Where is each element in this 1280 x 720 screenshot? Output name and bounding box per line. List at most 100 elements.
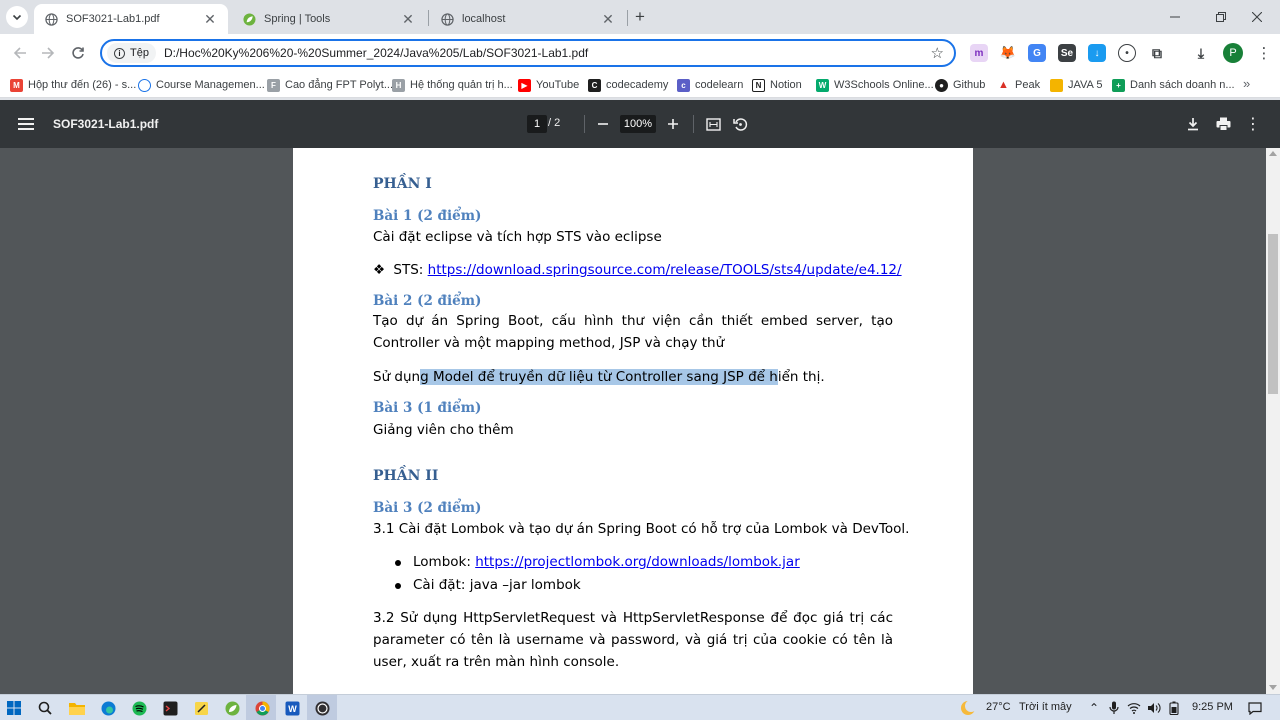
page-number-input[interactable]: 1 — [527, 115, 547, 133]
obs-icon[interactable] — [312, 698, 332, 718]
bookmark-danh-sach-doanh-nghiep[interactable]: + Danh sách doanh n... — [1112, 77, 1235, 93]
extension-icon-4[interactable]: Se — [1058, 44, 1076, 62]
exercise-text: 3.2 Sử dụng HttpServletRequest và HttpSe… — [373, 610, 893, 670]
extension-icon-1[interactable]: m — [970, 44, 988, 62]
site-info-chip[interactable]: i Tệp — [107, 43, 156, 63]
chevron-up-icon[interactable]: ⌃ — [1084, 698, 1104, 718]
clock-time[interactable]: 9:25 PM — [1192, 701, 1233, 713]
bookmark-label: W3Schools Online... — [834, 79, 934, 91]
bookmarks-bar: M Hộp thư đến (26) - s... Course Managem… — [0, 72, 1280, 98]
vertical-scrollbar[interactable] — [1266, 148, 1280, 694]
file-explorer-icon[interactable] — [67, 698, 87, 718]
folder-icon — [1050, 78, 1063, 92]
codelearn-icon: c — [677, 78, 690, 92]
toolbar-divider — [584, 115, 585, 133]
bookmark-lms[interactable]: H Hệ thống quản trị h... — [392, 77, 513, 93]
extension-icon-6[interactable]: • — [1118, 44, 1136, 62]
sheet-icon: + — [1112, 78, 1125, 92]
minimize-button[interactable] — [1152, 0, 1198, 34]
search-icon[interactable] — [35, 698, 55, 718]
close-tab-icon[interactable]: ✕ — [202, 11, 218, 28]
zoom-in-button[interactable] — [663, 114, 683, 134]
edge-icon[interactable] — [98, 698, 118, 718]
address-bar[interactable]: i Tệp ☆ — [100, 39, 956, 67]
chrome-icon[interactable] — [252, 698, 272, 718]
download-button[interactable] — [1183, 114, 1203, 134]
bookmark-codelearn[interactable]: c codelearn — [677, 77, 743, 93]
fpt-icon: F — [267, 78, 280, 92]
translate-icon[interactable]: G — [1028, 44, 1046, 62]
tab-spring-tools[interactable]: Spring | Tools ✕ — [232, 4, 426, 34]
bookmark-star-icon[interactable]: ☆ — [931, 44, 944, 62]
close-tab-icon[interactable]: ✕ — [400, 11, 416, 28]
bookmark-w3schools[interactable]: W W3Schools Online... — [816, 77, 934, 93]
extension-icon-5[interactable]: ↓ — [1088, 44, 1106, 62]
bookmark-course-management[interactable]: Course Managemen... — [138, 77, 265, 93]
battery-icon[interactable] — [1164, 698, 1184, 718]
sts-link[interactable]: https://download.springsource.com/releas… — [428, 262, 902, 278]
zoom-level-input[interactable]: 100% — [620, 115, 656, 133]
exercise-text: Giảng viên cho thêm — [373, 422, 514, 438]
sts-line: ❖ STS: https://download.springsource.com… — [373, 262, 902, 278]
download-icon[interactable]: ⤓ — [1192, 44, 1210, 62]
tab-title: SOF3021-Lab1.pdf — [66, 13, 160, 25]
tab-search-button[interactable] — [6, 6, 28, 28]
bookmark-codecademy[interactable]: C codecademy — [588, 77, 668, 93]
reload-button[interactable] — [66, 41, 90, 65]
spotify-icon[interactable] — [129, 698, 149, 718]
reload-icon — [72, 47, 84, 59]
tab-sof3021-pdf[interactable]: SOF3021-Lab1.pdf ✕ — [34, 4, 228, 34]
zoom-out-button[interactable] — [593, 114, 613, 134]
word-icon[interactable]: W — [282, 698, 302, 718]
lombok-link[interactable]: https://projectlombok.org/downloads/lomb… — [475, 554, 800, 570]
bookmark-github[interactable]: ● Github — [935, 77, 985, 93]
text-segment: iển thị. — [777, 369, 825, 385]
profile-avatar[interactable]: P — [1223, 43, 1243, 63]
model-instruction: Sử dụng Model để truyền dữ liệu từ Contr… — [373, 369, 825, 385]
close-window-button[interactable] — [1234, 0, 1280, 34]
windows-start-icon[interactable] — [4, 698, 24, 718]
bookmark-youtube[interactable]: ▶ YouTube — [518, 77, 579, 93]
scrollbar-thumb[interactable] — [1268, 234, 1278, 394]
weather-label: Trời ít mây — [1019, 701, 1072, 713]
bookmark-label: Notion — [770, 79, 802, 91]
pdf-more-menu-icon[interactable]: ⋮ — [1243, 114, 1263, 134]
sticky-notes-icon[interactable] — [191, 698, 211, 718]
rotate-button[interactable] — [730, 114, 750, 134]
bookmark-label: Course Managemen... — [156, 79, 265, 91]
bookmark-notion[interactable]: N Notion — [752, 77, 802, 93]
bookmark-fpt-polytechnic[interactable]: F Cao đẳng FPT Polyt... — [267, 77, 393, 93]
microphone-icon[interactable] — [1104, 698, 1124, 718]
browser-toolbar: i Tệp ☆ m 🦊 G Se ↓ • ⧉ ⤓ P ⋮ — [0, 34, 1280, 72]
new-tab-button[interactable]: + — [630, 7, 650, 27]
bookmark-gmail[interactable]: M Hộp thư đến (26) - s... — [10, 77, 136, 93]
lombok-line: Lombok: https://projectlombok.org/downlo… — [413, 554, 800, 570]
more-menu-icon[interactable]: ⋮ — [1256, 43, 1272, 63]
restore-icon — [1216, 12, 1226, 22]
fit-page-icon — [705, 117, 721, 131]
tab-title: localhost — [462, 13, 506, 25]
volume-icon[interactable] — [1144, 698, 1164, 718]
bookmark-peak[interactable]: ▲ Peak — [997, 77, 1040, 93]
bookmark-java5[interactable]: JAVA 5 — [1050, 77, 1102, 93]
terminal-app-icon[interactable] — [160, 698, 180, 718]
more-bookmarks-icon[interactable]: » — [1243, 76, 1250, 91]
url-input[interactable] — [163, 46, 904, 60]
back-button[interactable] — [8, 41, 32, 65]
extensions-puzzle-icon[interactable]: ⧉ — [1148, 44, 1166, 62]
print-button[interactable] — [1213, 114, 1233, 134]
scroll-down-arrow-icon[interactable] — [1269, 685, 1277, 690]
scroll-up-arrow-icon[interactable] — [1269, 151, 1277, 156]
notification-icon[interactable] — [1245, 698, 1265, 718]
weather-icon[interactable] — [958, 698, 978, 718]
temperature-label: 27°C — [986, 701, 1011, 713]
pdf-sidebar-menu-icon[interactable] — [18, 115, 34, 133]
wifi-icon[interactable] — [1124, 698, 1144, 718]
fit-to-page-button[interactable] — [703, 114, 723, 134]
extension-icon-2[interactable]: 🦊 — [999, 44, 1017, 62]
spring-tools-icon[interactable] — [222, 698, 242, 718]
tab-localhost[interactable]: localhost ✕ — [430, 4, 626, 34]
pdf-viewer-area[interactable]: PHẦN I Bài 1 (2 điểm) Cài đặt eclipse và… — [0, 148, 1280, 694]
close-tab-icon[interactable]: ✕ — [600, 11, 616, 28]
forward-button[interactable] — [36, 41, 60, 65]
